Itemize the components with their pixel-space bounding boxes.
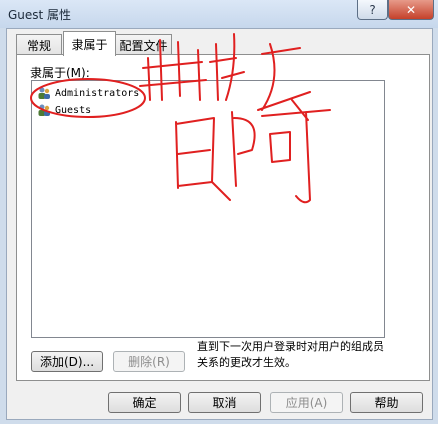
tab-general[interactable]: 常规 [16,34,62,55]
list-item[interactable]: Guests [37,102,91,118]
title-bar: Guest 属性 ? ✕ [0,0,438,28]
user-group-icon [38,104,50,116]
help-button[interactable]: 帮助 [350,392,423,413]
member-name: Administrators [55,87,140,99]
tab-member-of[interactable]: 隶属于 [63,31,116,56]
member-name: Guests [55,104,92,116]
add-button[interactable]: 添加(D)... [31,351,103,372]
cancel-button[interactable]: 取消 [188,392,261,413]
list-item[interactable]: Administrators [37,85,139,101]
remove-button[interactable]: 删除(R) [113,351,185,372]
membership-note: 直到下一次用户登录时对用户的组成员关系的更改才生效。 [197,340,384,369]
window-title: Guest 属性 [8,8,72,22]
help-title-button[interactable]: ? [357,0,388,20]
close-button[interactable]: ✕ [388,0,434,20]
user-group-icon [38,87,50,99]
member-list[interactable]: Administrators Guests [31,80,385,338]
tab-profile[interactable]: 配置文件 [115,34,172,55]
apply-button[interactable]: 应用(A) [270,392,343,413]
ok-button[interactable]: 确定 [108,392,181,413]
member-of-label: 隶属于(M): [30,66,90,80]
